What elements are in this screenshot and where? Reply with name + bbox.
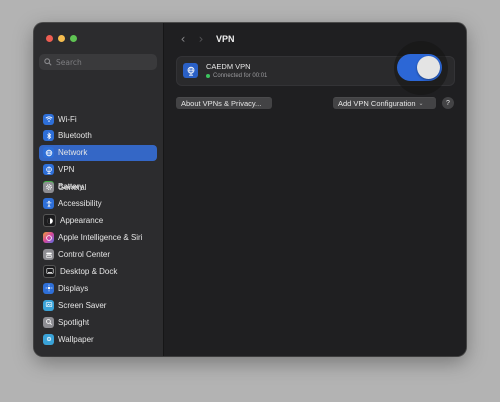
chevron-down-icon: ⌄ (418, 100, 424, 107)
sidebar-item-label: Accessibility (58, 199, 102, 209)
forward-chevron-icon[interactable]: › (192, 32, 210, 46)
dock-icon (43, 264, 56, 278)
sidebar-item-label: Spotlight (58, 317, 90, 327)
sidebar-item-label: Wi-Fi (58, 114, 77, 124)
appearance-icon (43, 214, 56, 228)
sidebar-item-desktop-dock[interactable]: Desktop & Dock (39, 263, 157, 279)
sidebar-item-label: Desktop & Dock (60, 266, 118, 276)
control-center-icon (43, 249, 54, 261)
sidebar-item-label: Wallpaper (58, 334, 94, 344)
sidebar-item-spotlight[interactable]: Spotlight (39, 314, 157, 330)
sidebar-item-wifi[interactable]: Wi-Fi (39, 111, 157, 127)
sidebar-item-label: Apple Intelligence & Siri (58, 233, 143, 243)
spotlight-icon (43, 316, 54, 328)
about-vpns-button[interactable]: About VPNs & Privacy... (176, 97, 272, 109)
toolbar: ‹ › VPN (174, 30, 235, 48)
vpn-icon (43, 164, 54, 176)
add-vpn-configuration-button[interactable]: Add VPN Configuration ⌄ (333, 97, 436, 109)
sidebar-item-apple-intelligence[interactable]: Apple Intelligence & Siri (39, 230, 157, 246)
screen-saver-icon (43, 299, 54, 311)
sidebar-item-general[interactable]: General (39, 179, 157, 195)
sidebar-item-label: Bluetooth (58, 131, 92, 141)
search-icon (44, 58, 52, 66)
vpn-status-text: Connected for 00:01 (213, 73, 268, 79)
accessibility-icon (43, 198, 54, 210)
sidebar-item-label: Displays (58, 283, 89, 293)
search-field[interactable] (39, 54, 157, 70)
sidebar-item-bluetooth[interactable]: Bluetooth (39, 128, 157, 144)
minimize-button[interactable] (58, 35, 65, 42)
wifi-icon (43, 113, 54, 125)
toggle-knob (417, 56, 440, 79)
sidebar-item-label: VPN (58, 165, 75, 175)
zoom-button[interactable] (70, 35, 77, 42)
sidebar-item-network[interactable]: Network (39, 144, 157, 161)
search-input[interactable] (56, 57, 151, 67)
wallpaper-icon (43, 333, 54, 345)
settings-window: Wi-Fi Bluetooth Network VPN (34, 23, 466, 356)
sidebar-item-control-center[interactable]: Control Center (39, 247, 157, 263)
vpn-status: Connected for 00:01 (206, 73, 267, 79)
back-chevron-icon[interactable]: ‹ (174, 32, 192, 46)
bluetooth-icon (43, 130, 54, 142)
displays-icon (43, 282, 54, 294)
globe-icon (43, 147, 54, 159)
sidebar-item-screen-saver[interactable]: Screen Saver (39, 297, 157, 313)
sidebar-item-vpn[interactable]: VPN (39, 162, 157, 178)
page-title: VPN (216, 34, 235, 44)
sidebar-item-accessibility[interactable]: Accessibility (39, 196, 157, 212)
gear-icon (43, 181, 54, 193)
siri-icon (43, 232, 54, 244)
status-dot-icon (206, 74, 210, 78)
add-vpn-label: Add VPN Configuration (338, 98, 416, 108)
window-controls (46, 35, 77, 42)
vpn-toggle[interactable] (397, 54, 442, 81)
help-label: ? (446, 99, 450, 107)
main-pane: ‹ › VPN CAEDM VPN Connected for 00:01 Ab… (164, 23, 466, 356)
vpn-name: CAEDM VPN (206, 62, 251, 71)
about-vpns-label: About VPNs & Privacy... (181, 98, 262, 108)
sidebar-item-displays[interactable]: Displays (39, 280, 157, 296)
sidebar-item-label: Appearance (60, 216, 104, 226)
sidebar-item-wallpaper[interactable]: Wallpaper (39, 331, 157, 347)
help-button[interactable]: ? (442, 97, 454, 109)
sidebar-item-label: Network (58, 148, 88, 158)
vpn-icon (183, 63, 198, 78)
sidebar-item-label: General (58, 182, 87, 192)
sidebar-item-label: Control Center (58, 250, 111, 260)
sidebar-item-appearance[interactable]: Appearance (39, 213, 157, 229)
sidebar-group-system: General Accessibility Appearance Apple I… (39, 179, 157, 348)
close-button[interactable] (46, 35, 53, 42)
sidebar-item-label: Screen Saver (58, 300, 107, 310)
sidebar: Wi-Fi Bluetooth Network VPN (34, 23, 164, 356)
